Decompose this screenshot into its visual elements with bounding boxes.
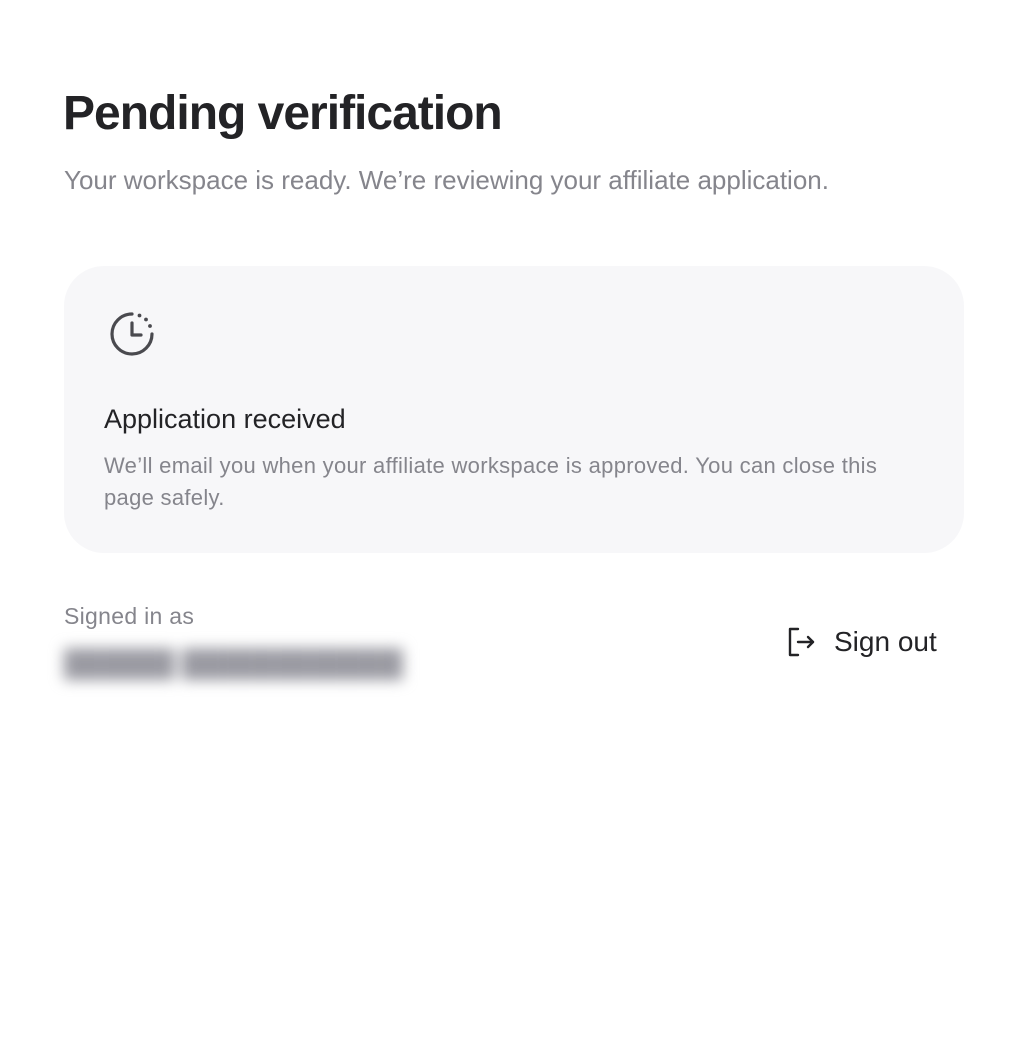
sign-out-icon xyxy=(784,625,818,659)
page-subtitle: Your workspace is ready. We’re reviewing… xyxy=(64,165,829,195)
sign-out-button[interactable]: Sign out xyxy=(784,620,937,664)
signed-in-label: Signed in as xyxy=(64,603,195,629)
page-title: Pending verification xyxy=(63,87,503,140)
clock-pending-icon xyxy=(104,306,160,362)
pending-verification-page: Pending verification Your workspace is r… xyxy=(0,0,1030,1040)
status-card-body: We’ll email you when your affiliate work… xyxy=(104,453,878,510)
signed-in-email: ██████ ████████████ xyxy=(64,648,403,678)
status-card-heading: Application received xyxy=(104,404,346,434)
status-card: Application received We’ll email you whe… xyxy=(64,266,964,553)
sign-out-label: Sign out xyxy=(834,626,937,657)
